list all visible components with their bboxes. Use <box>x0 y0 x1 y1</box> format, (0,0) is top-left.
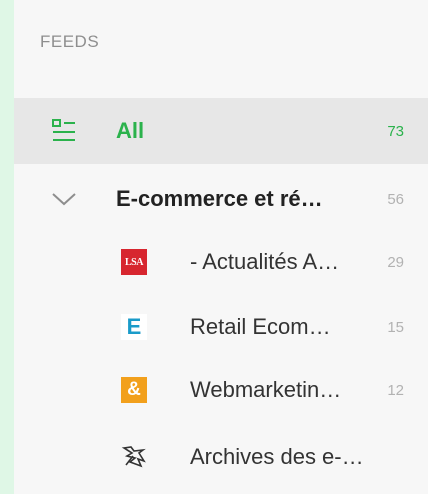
feed-count: 12 <box>387 381 404 399</box>
feed-count: 29 <box>387 253 404 271</box>
feed-label: Retail Ecom… <box>190 314 331 339</box>
feed-item-retail-ecom[interactable]: E Retail Ecom… 15 <box>14 298 428 356</box>
feed-all-label: All <box>116 118 145 143</box>
feed-label: - Actualités A… <box>190 249 340 274</box>
feeds-sidebar: FEEDS All 73 E-commerce et ré… 56 LSA - … <box>14 0 428 494</box>
list-icon <box>46 118 82 144</box>
e-favicon-icon: E <box>121 314 147 340</box>
ampersand-favicon-icon: & <box>121 377 147 403</box>
category-count: 56 <box>387 190 404 208</box>
feed-all[interactable]: All 73 <box>14 98 428 164</box>
feed-item-lsa[interactable]: LSA - Actualités A… 29 <box>14 233 428 291</box>
feed-label: Archives des e-… <box>190 444 364 469</box>
section-title: FEEDS <box>40 32 100 51</box>
chevron-down-icon[interactable] <box>46 192 82 206</box>
feed-count: 15 <box>387 318 404 336</box>
lsa-favicon-icon: LSA <box>121 249 147 275</box>
archives-favicon-icon <box>121 444 147 470</box>
feed-label: Webmarketin… <box>190 377 342 402</box>
feed-item-webmarketing[interactable]: & Webmarketin… 12 <box>14 361 428 419</box>
feed-item-archives[interactable]: Archives des e-… <box>14 428 428 486</box>
feed-all-count: 73 <box>387 122 404 140</box>
category-label: E-commerce et ré… <box>116 186 323 211</box>
category-ecommerce[interactable]: E-commerce et ré… 56 <box>14 166 428 232</box>
